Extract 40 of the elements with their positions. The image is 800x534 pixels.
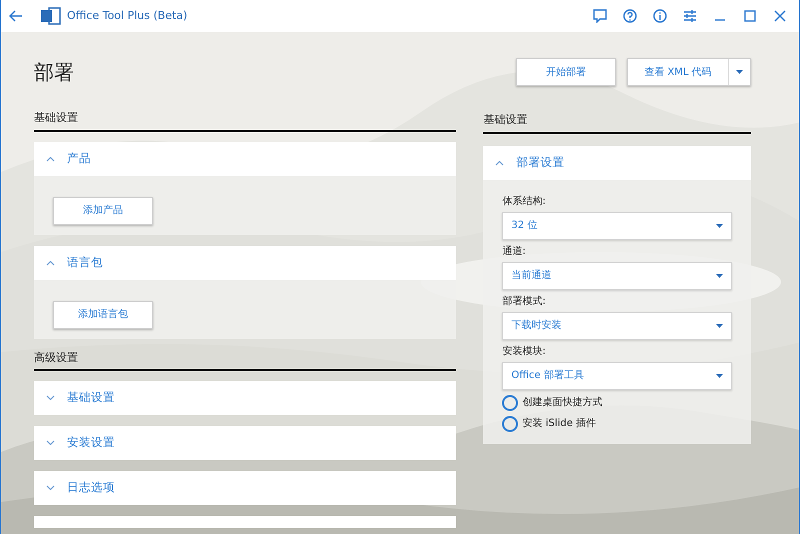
dropdown-field[interactable]: 当前通道 xyxy=(502,262,732,290)
chevron-icon xyxy=(46,260,55,266)
caret-icon xyxy=(716,324,723,328)
section-heading: 高级设置 xyxy=(34,350,456,371)
chevron-icon xyxy=(495,160,504,166)
option-label: 创建桌面快捷方式 xyxy=(522,396,602,410)
chevron-icon xyxy=(46,395,55,401)
chevron-icon xyxy=(46,485,55,491)
window-title: Office Tool Plus (Beta) xyxy=(67,8,188,24)
field-label: 部署模式: xyxy=(502,294,547,308)
add-button[interactable]: 添加语言包 xyxy=(53,300,153,328)
caret-icon xyxy=(716,224,723,228)
panel-header[interactable]: 日志选项 xyxy=(34,471,456,505)
view-xml-button[interactable]: 查看 XML 代码 xyxy=(628,59,729,85)
panel-header[interactable]: 产品 xyxy=(34,142,456,176)
dropdown-field[interactable]: 下载时安装 xyxy=(502,312,732,340)
caret-icon xyxy=(736,70,743,74)
app-logo-icon xyxy=(41,7,61,25)
panel-header[interactable]: 安装设置 xyxy=(34,426,456,460)
field-label: 通道: xyxy=(502,244,527,258)
panel-header[interactable]: 基础设置 xyxy=(34,381,456,415)
field-label: 安装模块: xyxy=(502,344,547,358)
option-label: 安装 iSlide 插件 xyxy=(522,416,596,431)
panel-header[interactable]: 语言包 xyxy=(34,246,456,280)
radio-button[interactable] xyxy=(502,416,518,432)
chevron-icon xyxy=(46,156,55,162)
section-heading: 基础设置 xyxy=(483,112,751,134)
chevron-icon xyxy=(46,440,55,446)
dropdown-button[interactable] xyxy=(729,59,750,85)
caret-icon xyxy=(716,374,723,378)
field-label: 体系结构: xyxy=(502,194,547,208)
caret-icon xyxy=(716,274,723,278)
dropdown-field[interactable]: Office 部署工具 xyxy=(502,362,732,390)
panel-header[interactable]: 部署设置 xyxy=(483,146,751,180)
page-title: 部署 xyxy=(34,60,75,84)
start-deploy-button[interactable]: 开始部署 xyxy=(516,58,616,86)
dropdown-field[interactable]: 32 位 xyxy=(502,212,732,240)
radio-button[interactable] xyxy=(502,394,518,410)
add-button[interactable]: 添加产品 xyxy=(53,196,153,224)
section-heading: 基础设置 xyxy=(34,110,456,132)
